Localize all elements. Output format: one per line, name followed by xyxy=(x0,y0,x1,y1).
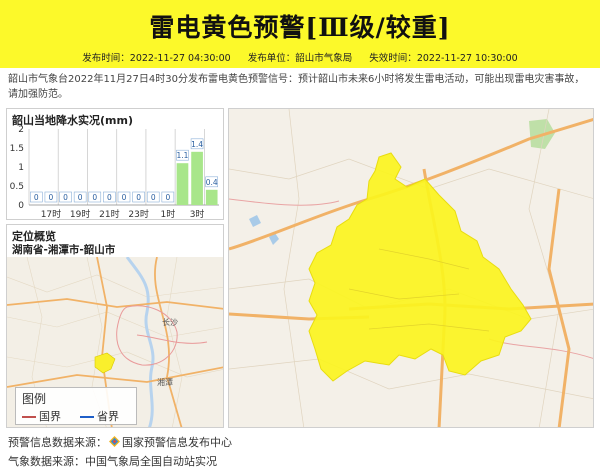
expire-time: 2022-11-27 10:30:00 xyxy=(416,53,518,64)
value-label: 0.4 xyxy=(206,178,218,187)
unit-label: 发布单位： xyxy=(247,53,296,64)
warning-center-logo-icon xyxy=(109,436,120,447)
value-label: 0 xyxy=(165,193,170,202)
weather-source: 气象数据来源：中国气象局全国自动站实况 xyxy=(8,455,217,468)
value-label: 0 xyxy=(107,193,112,202)
rainfall-title: 韶山当地降水实况(mm) xyxy=(12,114,133,127)
value-label: 0 xyxy=(63,193,68,202)
value-label: 0 xyxy=(151,193,156,202)
value-label: 1.4 xyxy=(191,140,203,149)
value-label: 0 xyxy=(78,193,83,202)
publish-unit: 韶山市气象局 xyxy=(295,53,353,64)
x-tick-label: 3时 xyxy=(190,208,205,220)
value-label: 0 xyxy=(92,193,97,202)
publish-label: 发布时间： xyxy=(82,53,130,64)
rainfall-panel: 0 0.5 1 1.5 2 0 0 0 0 0 0 0 0 0 0 1.1 1.4 0.4 17时 19时 21时 23时… xyxy=(6,108,224,220)
warning-meta: 发布时间：2022-11-27 04:30:00 发布单位：韶山市气象局 失效时… xyxy=(0,50,600,64)
y-tick-label: 0 xyxy=(18,201,24,211)
x-tick-label: 21时 xyxy=(99,208,119,220)
legend-title: 图例 xyxy=(22,392,47,406)
label-xiangtan: 湘潭 xyxy=(157,377,173,387)
region-path: 湖南省-湘潭市-韶山市 xyxy=(12,244,116,256)
map-legend: 图例 国界 省界 xyxy=(15,387,137,425)
province-border-swatch xyxy=(80,416,94,418)
legend-province-border: 省界 xyxy=(80,408,119,424)
expire-label: 失效时间： xyxy=(369,53,417,64)
x-tick-label: 19时 xyxy=(70,208,90,220)
warning-header: 雷电黄色预警[Ⅲ级/较重] 发布时间：2022-11-27 04:30:00 发… xyxy=(0,0,600,68)
value-label: 0 xyxy=(136,193,141,202)
warning-area-map[interactable] xyxy=(228,108,594,428)
warning-title: 雷电黄色预警[Ⅲ级/较重] xyxy=(149,13,451,42)
detail-map[interactable] xyxy=(229,109,594,428)
x-tick-label: 1时 xyxy=(160,208,175,220)
y-tick-label: 0.5 xyxy=(10,182,24,192)
label-changsha: 长沙 xyxy=(162,317,178,327)
x-tick-label: 17时 xyxy=(41,208,61,220)
y-tick-label: 1.5 xyxy=(10,144,24,154)
warning-source-link[interactable]: 国家预警信息发布中心 xyxy=(122,436,232,449)
value-label: 0 xyxy=(49,193,54,202)
location-panel: 定位概览 湖南省-湘潭市-韶山市 长沙 湘潭 图例 国界 省界 xyxy=(6,224,224,428)
rain-bar xyxy=(205,189,218,205)
warning-source: 预警信息数据来源： 国家预警信息发布中心 xyxy=(8,436,232,449)
national-border-swatch xyxy=(22,416,36,418)
rain-bar xyxy=(191,151,203,205)
x-tick-label: 23时 xyxy=(128,208,148,220)
publish-time: 2022-11-27 04:30:00 xyxy=(129,53,231,64)
value-label: 1.1 xyxy=(176,151,188,160)
legend-national-border: 国界 xyxy=(22,408,61,424)
y-tick-label: 1 xyxy=(18,163,24,173)
rain-bar xyxy=(176,163,189,205)
value-label: 0 xyxy=(122,193,127,202)
warning-description: 韶山市气象台2022年11月27日4时30分发布雷电黄色预警信号：预计韶山市未来… xyxy=(8,74,585,100)
value-label: 0 xyxy=(34,193,39,202)
